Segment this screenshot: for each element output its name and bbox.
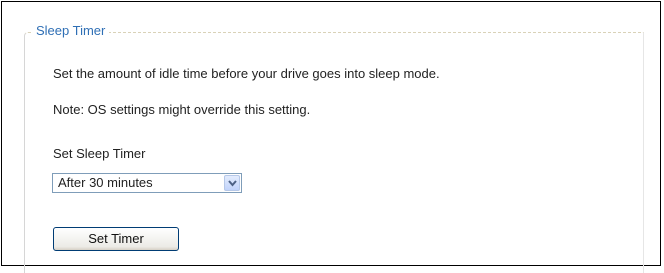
set-timer-button[interactable]: Set Timer <box>53 227 179 251</box>
sleep-timer-legend: Sleep Timer <box>33 22 110 40</box>
select-dropdown-button[interactable] <box>224 175 240 191</box>
sleep-timer-select[interactable]: After 30 minutes <box>52 173 242 193</box>
set-sleep-timer-label: Set Sleep Timer <box>53 146 146 161</box>
sleep-timer-selected-value: After 30 minutes <box>58 175 153 190</box>
sleep-timer-description: Set the amount of idle time before your … <box>53 66 440 81</box>
chevron-down-icon <box>228 180 237 187</box>
os-settings-note: Note: OS settings might override this se… <box>53 102 311 117</box>
